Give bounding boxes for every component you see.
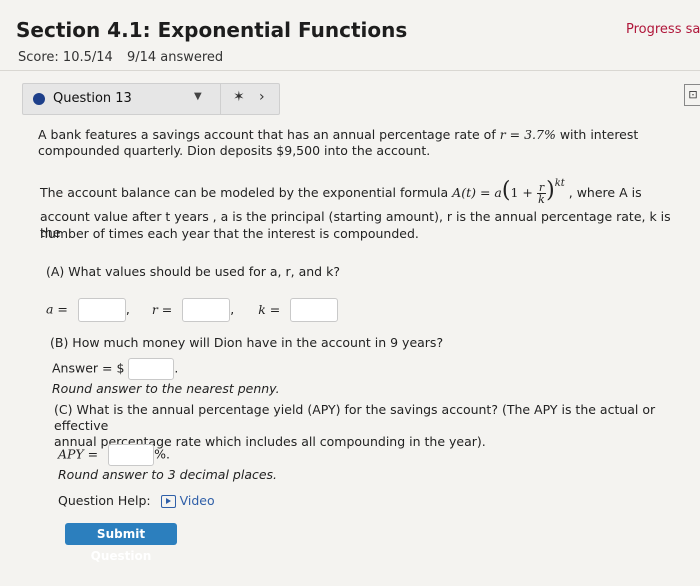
rate-expression: r = 3.7% [499,127,556,142]
page-title: Section 4.1: Exponential Functions [16,18,408,42]
part-b-answer-row: Answer = $ . [52,358,178,380]
model-text: The account balance can be modeled by th… [40,185,453,201]
money-input[interactable] [128,358,175,380]
next-question-button[interactable]: › [259,89,265,105]
r-label: r = [151,301,173,317]
formula-paren-close: ) [546,178,555,204]
answered-count: 9/14 answered [126,50,224,65]
r-input[interactable] [182,298,231,322]
part-a-inputs: a = , r = , k = [46,298,339,322]
score-text: Score: 10.5/14 [18,50,113,65]
period: . [174,360,179,376]
question-selector[interactable]: Question 13 ▼ ✶ › [22,83,280,115]
k-input[interactable] [290,298,339,322]
help-label: Question Help: [58,493,151,508]
comma-sep: , [125,301,130,317]
formula-one-plus: 1 + [510,185,533,201]
percent-suffix: %. [154,446,170,462]
part-b-prompt: (B) How much money will Dion have in the… [50,335,444,350]
part-c-round-note: Round answer to 3 decimal places. [58,467,278,482]
video-link-label: Video [179,493,215,508]
part-c-prompt: (C) What is the annual percentage yield … [54,402,694,450]
apy-label: APY = [58,446,99,462]
dropdown-caret-icon[interactable]: ▼ [194,91,202,102]
side-panel-icon[interactable]: ⊡ [684,84,700,106]
intro-text-end: with interest [555,127,639,142]
part-c-answer-row: APY = %. [58,444,170,466]
video-help-link[interactable]: Video [160,493,215,508]
part-b-round-note: Round answer to the nearest penny. [52,381,280,396]
intro-text: A bank features a savings account that h… [38,127,500,142]
problem-intro: A bank features a savings account that h… [38,127,678,159]
question-help: Question Help: Video [58,493,215,509]
question-status-dot [33,93,45,105]
part-c-line-1: (C) What is the annual percentage yield … [54,402,656,433]
a-input[interactable] [77,298,126,322]
intro-line-2: compounded quarterly. Dion deposits $9,5… [38,143,431,158]
formula-fraction: rk [536,181,547,207]
model-description: The account balance can be modeled by th… [40,178,690,207]
answer-label: Answer = $ [52,360,125,376]
a-label: a = [46,301,68,317]
progress-save-link[interactable]: Progress sav [626,22,700,37]
apy-input[interactable] [108,444,155,466]
part-a-prompt: (A) What values should be used for a, r,… [46,264,340,279]
formula-exponent: kt [554,178,565,189]
k-label: k = [258,301,281,317]
header-divider [0,70,700,71]
submit-question-button[interactable]: Submit Question [65,523,177,563]
model-text-end: , where A is [568,185,642,201]
comma-sep: , [230,301,235,317]
video-play-icon [160,495,176,508]
nav-separator [220,84,221,114]
question-label: Question 13 [53,91,132,106]
bookmark-star-icon[interactable]: ✶ [233,89,245,105]
formula-left: A(t) = a [452,185,502,201]
score-summary: Score: 10.5/14 9/14 answered [18,50,233,65]
model-line-3: number of times each year that the inter… [40,226,419,241]
